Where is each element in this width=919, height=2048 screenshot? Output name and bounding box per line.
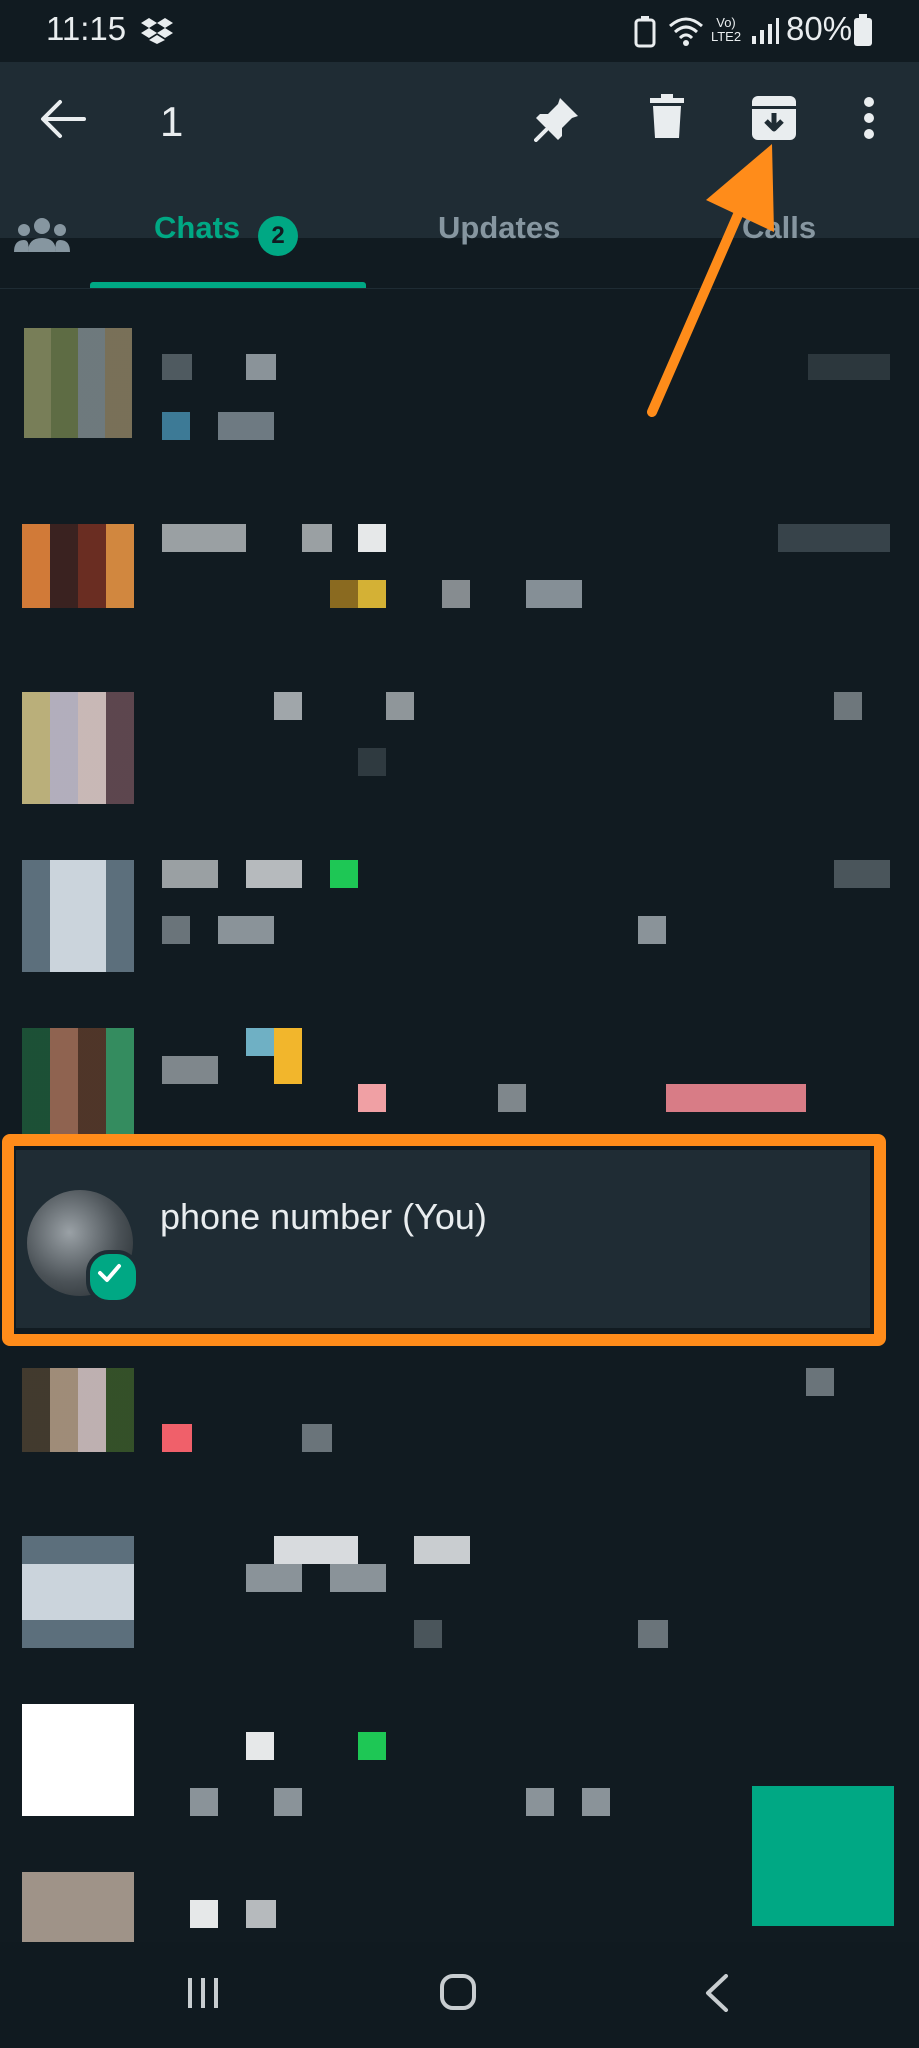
network-label: Vo) LTE2 <box>710 15 742 44</box>
archive-icon[interactable] <box>752 96 796 140</box>
selected-check-icon <box>86 1250 140 1304</box>
highlight-frame <box>2 1134 886 1346</box>
chat-row[interactable] <box>0 978 919 1146</box>
signal-icon <box>752 18 779 44</box>
new-chat-button[interactable] <box>752 1786 894 1926</box>
recent-apps-icon[interactable] <box>186 1976 220 2010</box>
home-icon[interactable] <box>440 1974 476 2010</box>
more-vert-icon[interactable] <box>862 96 876 140</box>
selected-count: 1 <box>160 98 184 145</box>
annotation-arrow-icon <box>647 144 774 417</box>
chats-unread-badge: 2 <box>258 216 298 256</box>
community-icon[interactable] <box>14 216 70 254</box>
status-bar: 11:15 Vo) LTE2 80% <box>0 0 919 62</box>
delete-icon[interactable] <box>650 94 684 138</box>
dropbox-icon <box>141 18 173 44</box>
wifi-icon <box>669 17 703 46</box>
chat-row[interactable] <box>0 474 919 642</box>
back-arrow-icon[interactable] <box>38 98 88 140</box>
tab-chats[interactable]: Chats <box>154 210 240 246</box>
battery-icon <box>854 14 872 46</box>
battery-saver-icon <box>634 16 656 48</box>
pin-icon[interactable] <box>534 96 580 142</box>
status-time: 11:15 <box>46 10 127 47</box>
chat-name: phone number (You) <box>160 1196 487 1237</box>
chat-row[interactable] <box>0 810 919 978</box>
chat-row[interactable] <box>0 642 919 810</box>
chat-row[interactable] <box>0 1516 919 1684</box>
tab-updates[interactable]: Updates <box>438 210 560 246</box>
back-nav-icon[interactable] <box>704 1974 730 2012</box>
battery-percent: 80% <box>786 10 853 47</box>
chat-row[interactable] <box>0 1348 919 1516</box>
